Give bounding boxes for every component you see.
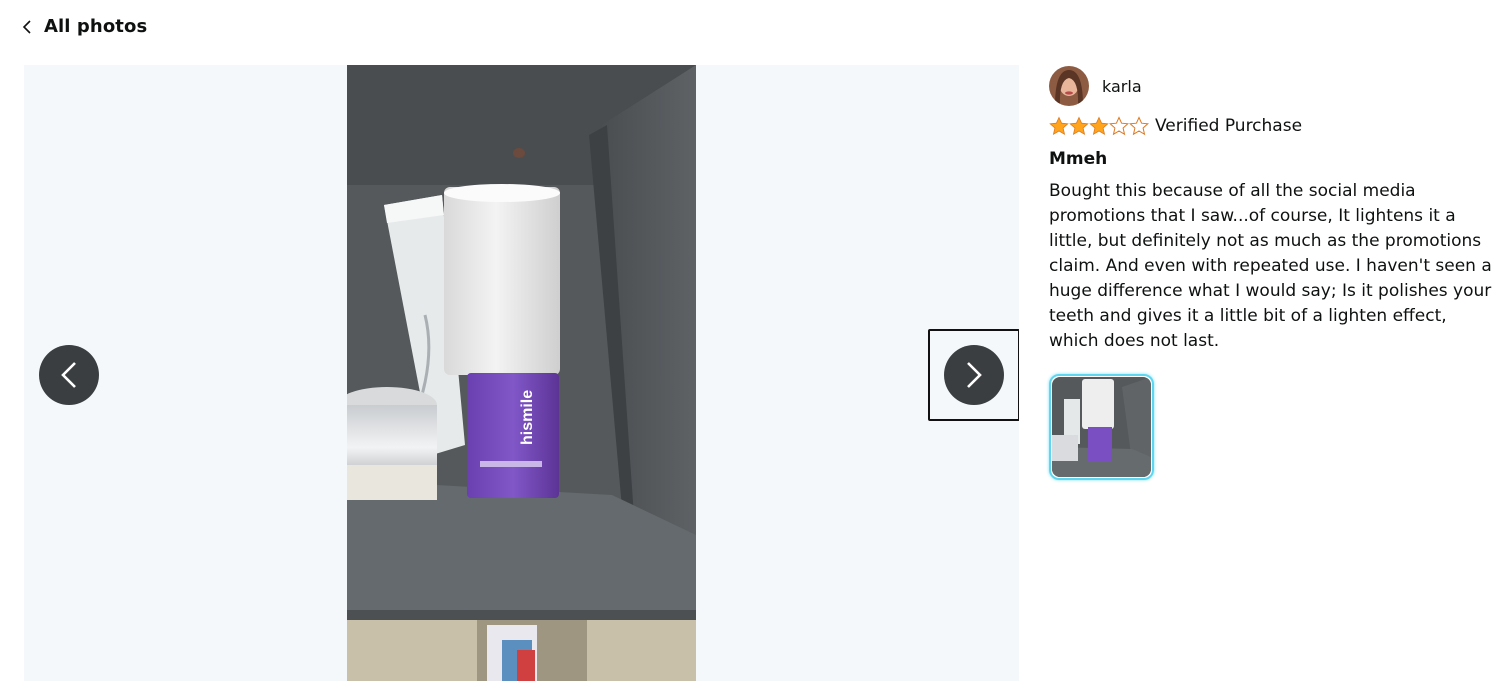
chevron-left-icon — [22, 19, 31, 34]
star-empty-icon — [1109, 116, 1129, 136]
star-rating — [1049, 116, 1149, 136]
svg-text:hismile: hismile — [519, 390, 536, 445]
next-photo-focus-ring — [928, 329, 1019, 421]
star-empty-icon — [1129, 116, 1149, 136]
star-filled-icon — [1089, 116, 1109, 136]
review-panel: karla Verified Purchase Mmeh Bought this… — [1049, 66, 1492, 480]
star-filled-icon — [1049, 116, 1069, 136]
photo-viewer: hismile — [24, 65, 1019, 681]
avatar — [1049, 66, 1089, 106]
review-photo-image: hismile — [347, 65, 696, 681]
reviewer-profile[interactable]: karla — [1049, 66, 1489, 106]
photo-thumbnail-image — [1052, 377, 1151, 477]
review-photo[interactable]: hismile — [347, 65, 696, 681]
star-filled-icon — [1069, 116, 1089, 136]
all-photos-link[interactable]: All photos — [22, 16, 147, 37]
verified-purchase-badge: Verified Purchase — [1155, 116, 1303, 136]
previous-photo-button[interactable] — [39, 345, 99, 405]
review-body: Bought this because of all the social me… — [1049, 181, 1492, 351]
review-title: Mmeh — [1049, 149, 1108, 169]
chevron-right-icon — [967, 362, 982, 388]
chevron-left-icon — [61, 362, 76, 388]
all-photos-label: All photos — [44, 16, 148, 37]
rating-row: Verified Purchase — [1049, 116, 1489, 136]
reviewer-name[interactable]: karla — [1102, 77, 1142, 96]
next-photo-button[interactable] — [944, 345, 1004, 405]
photo-thumbnail-selected[interactable] — [1049, 374, 1154, 480]
